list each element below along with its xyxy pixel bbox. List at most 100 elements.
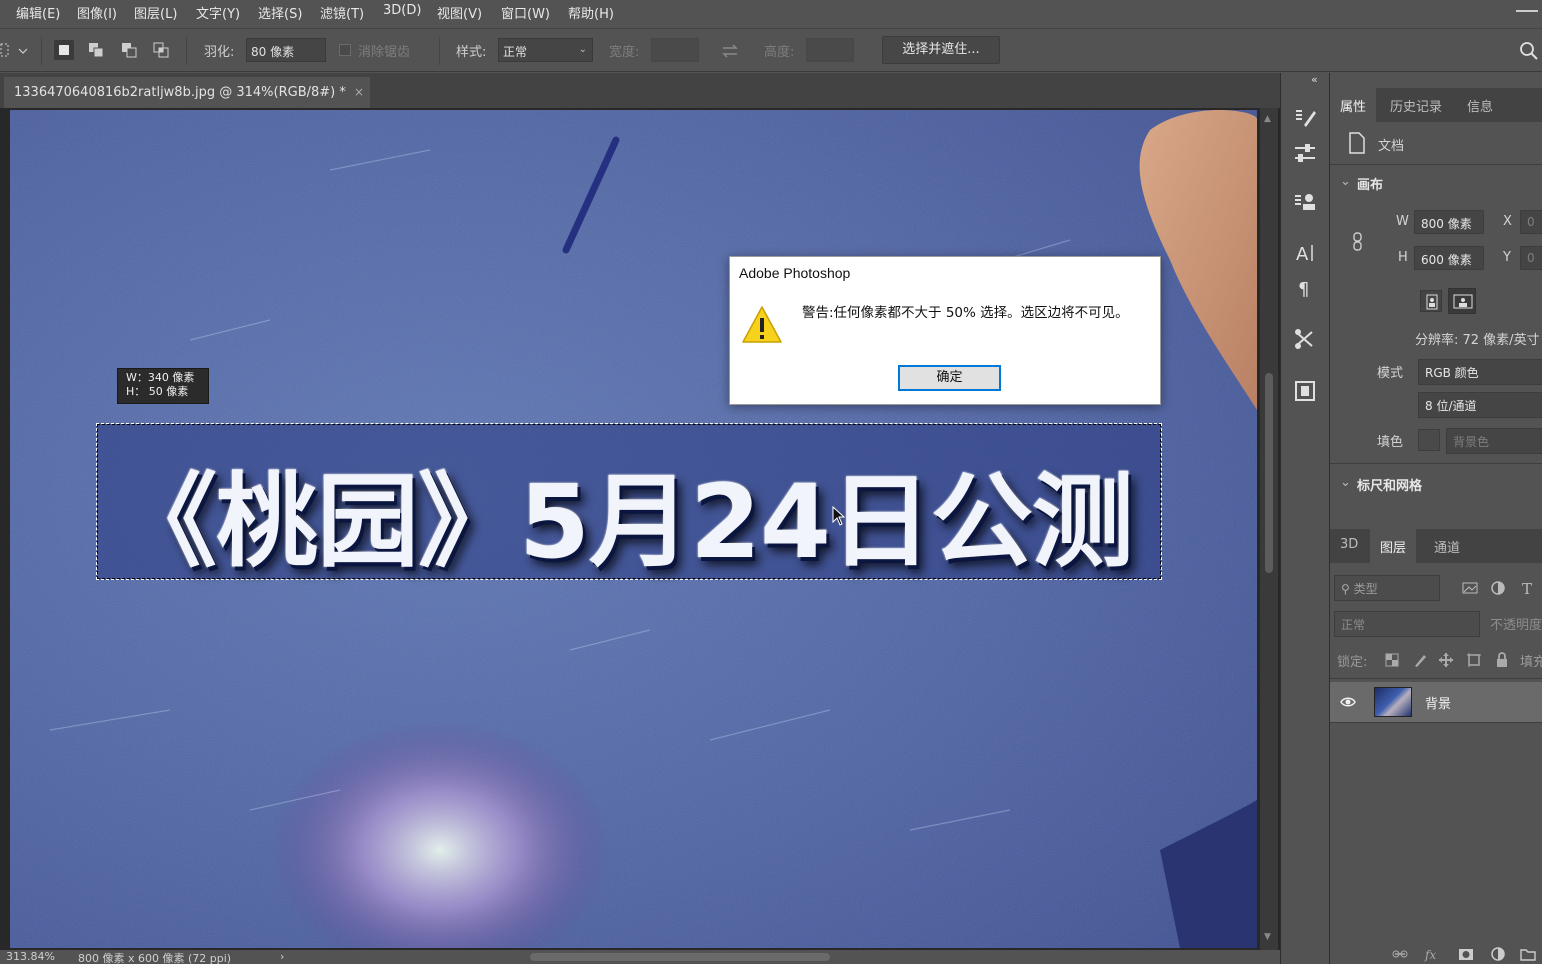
chevron-down-icon[interactable]: ⌄ bbox=[1340, 174, 1351, 189]
link-icon[interactable] bbox=[1352, 232, 1364, 252]
menu-edit[interactable]: 编辑(E) bbox=[16, 3, 60, 22]
new-adjustment-layer-icon[interactable] bbox=[1490, 946, 1506, 962]
canvas-y-input[interactable]: 0 bbox=[1520, 246, 1542, 270]
pixel-layer-filter-icon[interactable] bbox=[1462, 580, 1478, 596]
tab-channels[interactable]: 通道 bbox=[1424, 529, 1470, 563]
lock-all-icon[interactable] bbox=[1494, 652, 1510, 668]
menu-3d[interactable]: 3D(D) bbox=[383, 3, 421, 18]
scrollbar-thumb[interactable] bbox=[1265, 373, 1273, 573]
lock-transparency-icon[interactable] bbox=[1384, 652, 1400, 668]
brush-settings-icon[interactable] bbox=[1292, 105, 1318, 131]
libraries-icon[interactable] bbox=[1292, 378, 1318, 404]
menu-filter[interactable]: 滤镜(T) bbox=[320, 3, 364, 22]
feather-input[interactable]: 80 像素 bbox=[246, 38, 326, 62]
document-tab[interactable]: 1336470640816b2ratljw8b.jpg @ 314%(RGB/8… bbox=[4, 77, 370, 108]
chevron-down-icon: ⌄ bbox=[578, 44, 587, 55]
layer-filter-select[interactable]: ⚲ 类型 bbox=[1334, 575, 1440, 601]
menu-select[interactable]: 选择(S) bbox=[258, 3, 302, 22]
menu-help[interactable]: 帮助(H) bbox=[568, 3, 614, 22]
minimize-icon[interactable] bbox=[1516, 4, 1538, 12]
swap-width-height-icon[interactable] bbox=[720, 41, 740, 61]
new-group-icon[interactable] bbox=[1520, 946, 1536, 962]
landscape-orientation-icon[interactable] bbox=[1448, 288, 1476, 314]
add-mask-icon[interactable] bbox=[1458, 946, 1474, 962]
zoom-level[interactable]: 313.84% bbox=[6, 950, 55, 963]
character-icon[interactable]: A bbox=[1292, 240, 1318, 266]
tab-3d[interactable]: 3D bbox=[1330, 529, 1368, 563]
selection-marquee[interactable] bbox=[96, 423, 1162, 580]
adjustment-layer-filter-icon[interactable] bbox=[1490, 580, 1506, 596]
tab-info[interactable]: 信息 bbox=[1457, 88, 1503, 122]
menu-view[interactable]: 视图(V) bbox=[437, 3, 482, 22]
canvas-section-title[interactable]: 画布 bbox=[1357, 174, 1383, 193]
type-layer-filter-icon[interactable]: T bbox=[1520, 580, 1536, 596]
tool-presets-icon[interactable] bbox=[1292, 326, 1318, 352]
search-icon: ⚲ bbox=[1341, 582, 1350, 596]
collapse-panels-icon[interactable]: « bbox=[1311, 73, 1318, 86]
lock-pixels-icon[interactable] bbox=[1412, 652, 1428, 668]
fill-opacity-label: 填充: bbox=[1520, 655, 1542, 670]
marquee-tool-preset-icon[interactable] bbox=[0, 42, 34, 60]
width-input[interactable] bbox=[651, 38, 699, 62]
subtract-from-selection-icon[interactable] bbox=[119, 40, 139, 60]
color-mode-select[interactable]: RGB 颜色 bbox=[1418, 359, 1542, 385]
height-input[interactable] bbox=[806, 38, 854, 62]
new-selection-icon[interactable] bbox=[54, 40, 74, 60]
document-canvas[interactable]: 《桃园》5月24日公测 W：340 像素 H： 50 像素 bbox=[10, 110, 1257, 948]
style-select[interactable]: 正常 ⌄ bbox=[498, 38, 593, 62]
rulers-grids-section-title[interactable]: 标尺和网格 bbox=[1357, 475, 1422, 494]
layer-style-fx-icon[interactable]: fx bbox=[1424, 946, 1440, 962]
fill-select[interactable]: 背景色 bbox=[1446, 428, 1542, 454]
x-label: X bbox=[1503, 214, 1512, 229]
properties-tabs: 属性 历史记录 信息 bbox=[1330, 88, 1542, 122]
style-label: 样式: bbox=[456, 45, 487, 60]
menu-layer[interactable]: 图层(L) bbox=[134, 3, 177, 22]
menu-image[interactable]: 图像(I) bbox=[77, 3, 117, 22]
layer-row[interactable]: 背景 bbox=[1330, 682, 1542, 722]
warning-icon bbox=[742, 306, 782, 343]
status-bar: 313.84% 800 像素 x 600 像素 (72 ppi) › bbox=[0, 950, 1280, 964]
blend-mode-select[interactable]: 正常 bbox=[1334, 611, 1480, 637]
resolution-readout: 分辨率: 72 像素/英寸 bbox=[1415, 333, 1540, 348]
link-layers-icon[interactable] bbox=[1392, 946, 1408, 962]
ok-button[interactable]: 确定 bbox=[898, 365, 1001, 391]
menu-window[interactable]: 窗口(W) bbox=[501, 3, 550, 22]
chevron-down-icon[interactable]: ⌄ bbox=[1340, 475, 1351, 490]
antialias-checkbox[interactable] bbox=[339, 44, 351, 56]
selection-width-readout: W：340 像素 bbox=[126, 371, 195, 384]
tab-layers[interactable]: 图层 bbox=[1370, 529, 1417, 563]
tab-properties[interactable]: 属性 bbox=[1330, 88, 1377, 122]
menu-type[interactable]: 文字(Y) bbox=[196, 3, 240, 22]
vertical-scrollbar[interactable]: ▲ ▼ bbox=[1260, 108, 1278, 950]
visibility-eye-icon[interactable] bbox=[1340, 694, 1356, 710]
search-icon[interactable] bbox=[1519, 41, 1539, 61]
close-icon[interactable]: × bbox=[354, 85, 364, 99]
canvas-height-input[interactable]: 600 像素 bbox=[1414, 246, 1484, 270]
fill-color-swatch[interactable] bbox=[1418, 429, 1440, 451]
svg-text:T: T bbox=[1522, 580, 1532, 596]
scroll-down-icon[interactable]: ▼ bbox=[1264, 932, 1271, 942]
adjustments-icon[interactable] bbox=[1292, 140, 1318, 166]
svg-text:fx: fx bbox=[1424, 948, 1436, 962]
svg-text:A: A bbox=[1296, 244, 1309, 265]
intersect-selection-icon[interactable] bbox=[151, 40, 171, 60]
bit-depth-select[interactable]: 8 位/通道 bbox=[1418, 392, 1542, 418]
document-tab-title: 1336470640816b2ratljw8b.jpg @ 314%(RGB/8… bbox=[14, 85, 346, 100]
portrait-orientation-icon[interactable] bbox=[1420, 290, 1442, 312]
canvas-width-input[interactable]: 800 像素 bbox=[1414, 210, 1484, 234]
lock-artboard-icon[interactable] bbox=[1466, 652, 1482, 668]
tab-history[interactable]: 历史记录 bbox=[1380, 88, 1452, 122]
status-menu-arrow-icon[interactable]: › bbox=[280, 950, 284, 963]
add-to-selection-icon[interactable] bbox=[86, 40, 106, 60]
paragraph-icon[interactable]: ¶ bbox=[1292, 275, 1318, 301]
height-label: 高度: bbox=[764, 45, 795, 60]
select-and-mask-button[interactable]: 选择并遮住... bbox=[882, 36, 1000, 64]
horizontal-scrollbar-thumb[interactable] bbox=[530, 953, 830, 961]
scroll-up-icon[interactable]: ▲ bbox=[1264, 114, 1271, 124]
width-label: 宽度: bbox=[609, 45, 640, 60]
lock-position-icon[interactable] bbox=[1438, 652, 1454, 668]
canvas-x-input[interactable]: 0 bbox=[1520, 210, 1542, 234]
document-icon bbox=[1349, 132, 1365, 154]
lock-label: 锁定: bbox=[1337, 655, 1368, 670]
clone-source-icon[interactable] bbox=[1292, 190, 1318, 216]
